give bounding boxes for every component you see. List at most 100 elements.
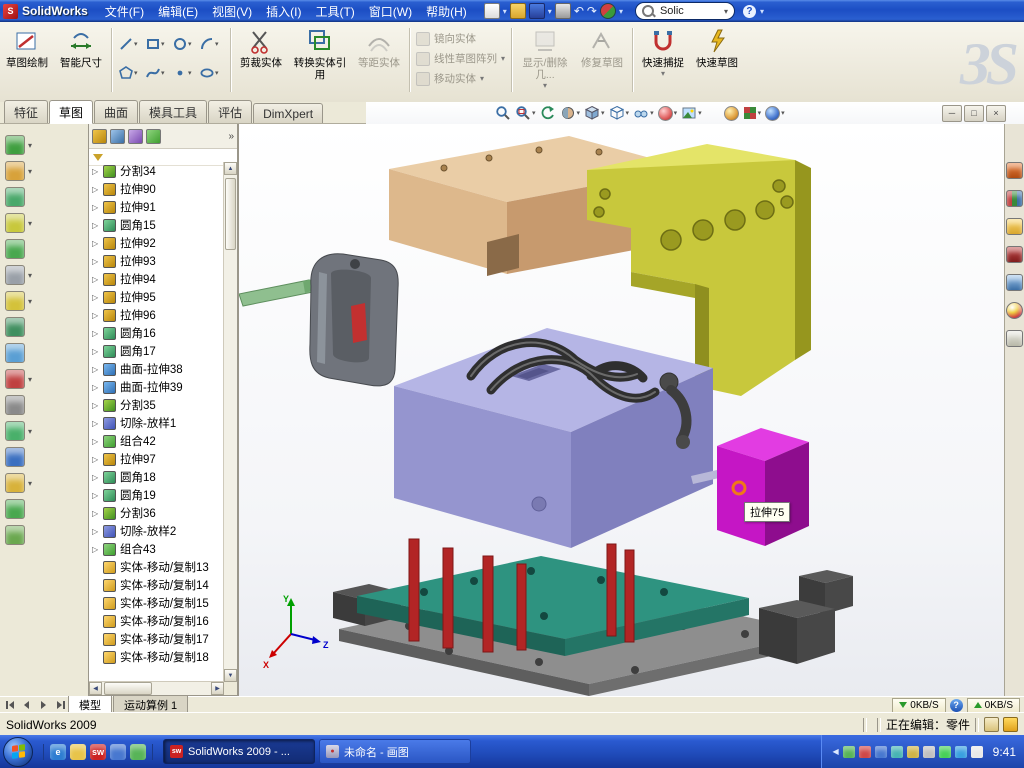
flyout-arrow-icon[interactable]: ▾	[650, 109, 654, 117]
quick-launch-icon[interactable]	[70, 744, 86, 760]
tab-features[interactable]: 特征	[4, 100, 48, 123]
filter-icon[interactable]	[93, 154, 103, 161]
flyout-arrow-icon[interactable]: ▾	[28, 375, 32, 384]
display-delete-relations-button[interactable]: 显示/删除几... ▾	[515, 22, 575, 103]
yoke-side-face[interactable]	[795, 160, 811, 360]
previous-tab-button[interactable]	[19, 699, 34, 712]
offset-entities-button[interactable]: 等距实体	[352, 22, 406, 103]
ellipse-tool[interactable]: ▾	[199, 59, 224, 86]
first-tab-button[interactable]	[2, 699, 17, 712]
feature-tree-item[interactable]: ▷实体-移动/复制16	[89, 612, 224, 630]
feature-tree-item[interactable]: ▷曲面-拉伸38	[89, 360, 224, 378]
tab-sketch[interactable]: 草图	[49, 100, 93, 124]
new-document-icon[interactable]	[484, 3, 500, 19]
view-orientation-button[interactable]: ▾	[583, 105, 606, 121]
appearance-swatch-button[interactable]	[723, 106, 740, 121]
flyout-arrow-icon[interactable]: ▾	[188, 69, 192, 77]
left-toolbar-item[interactable]: ▾	[0, 366, 88, 392]
expand-arrow-icon[interactable]: ▷	[92, 401, 102, 410]
tab-surfaces[interactable]: 曲面	[94, 100, 138, 123]
taskbar-task-solidworks[interactable]: sw SolidWorks 2009 - ...	[163, 739, 315, 764]
minimize-button[interactable]: ─	[942, 105, 962, 122]
hide-show-items-button[interactable]: ▾	[632, 105, 655, 121]
feature-tree-item[interactable]: ▷圆角17	[89, 342, 224, 360]
flyout-arrow-icon[interactable]: ▾	[532, 109, 536, 117]
flyout-arrow-icon[interactable]: ▾	[698, 109, 702, 117]
expand-arrow-icon[interactable]: ▷	[92, 509, 102, 518]
tab-evaluate[interactable]: 评估	[208, 100, 252, 123]
expand-arrow-icon[interactable]: ▷	[92, 347, 102, 356]
start-button[interactable]	[3, 737, 33, 767]
flyout-arrow-icon[interactable]: ▾	[601, 109, 605, 117]
section-view-button[interactable]: ▾	[559, 105, 582, 121]
model-part-mold-body[interactable]	[394, 328, 719, 548]
scroll-left-icon[interactable]: ◀	[89, 682, 102, 695]
feature-tree-item[interactable]: ▷圆角15	[89, 216, 224, 234]
expand-arrow-icon[interactable]: ▷	[92, 239, 102, 248]
left-toolbar-item[interactable]	[0, 522, 88, 548]
task-pane-home-icon[interactable]	[1006, 162, 1023, 179]
flyout-arrow-icon[interactable]: ▾	[28, 219, 32, 228]
scroll-up-icon[interactable]: ▲	[224, 162, 237, 175]
tab-mold-tools[interactable]: 模具工具	[139, 100, 207, 123]
feature-tree-item[interactable]: ▷切除-放样1	[89, 414, 224, 432]
file-explorer-icon[interactable]	[1006, 218, 1023, 235]
model-part-magenta-block[interactable]	[717, 428, 809, 546]
quick-launch-icon[interactable]: e	[50, 744, 66, 760]
featuremanager-tab-icon[interactable]	[92, 129, 107, 144]
expand-arrow-icon[interactable]: ▷	[92, 293, 102, 302]
help-icon[interactable]: ?	[743, 5, 756, 18]
flyout-arrow-icon[interactable]: ▾	[661, 69, 665, 78]
flyout-arrow-icon[interactable]: ▾	[577, 109, 581, 117]
feature-tree-item[interactable]: ▷实体-移动/复制14	[89, 576, 224, 594]
feature-tree-item[interactable]: ▷圆角19	[89, 486, 224, 504]
sketch-button[interactable]: 草图绘制	[0, 22, 54, 103]
expand-arrow-icon[interactable]: ▷	[92, 329, 102, 338]
close-button[interactable]: ×	[986, 105, 1006, 122]
linear-sketch-pattern-button[interactable]: 线性草图阵列▾	[416, 51, 505, 66]
restore-button[interactable]: □	[964, 105, 984, 122]
magenta-front-face[interactable]	[717, 446, 765, 546]
circle-tool[interactable]: ▾	[172, 30, 197, 57]
feature-tree-item[interactable]: ▷拉伸91	[89, 198, 224, 216]
flyout-arrow-icon[interactable]: ▾	[134, 40, 138, 48]
menu-insert[interactable]: 插入(I)	[259, 1, 308, 22]
feature-tree-item[interactable]: ▷切除-放样2	[89, 522, 224, 540]
feature-tree-item[interactable]: ▷分割36	[89, 504, 224, 522]
flyout-arrow-icon[interactable]: ▾	[215, 69, 219, 77]
scroll-down-icon[interactable]: ▼	[224, 669, 237, 682]
dimxpertmanager-tab-icon[interactable]	[146, 129, 161, 144]
feature-tree-item[interactable]: ▷拉伸97	[89, 450, 224, 468]
flyout-arrow-icon[interactable]: ▾	[28, 427, 32, 436]
quick-launch-icon[interactable]	[130, 744, 146, 760]
feature-tree-item[interactable]: ▷分割35	[89, 396, 224, 414]
left-toolbar-item[interactable]: ▾	[0, 262, 88, 288]
flyout-arrow-icon[interactable]: ▾	[480, 74, 484, 83]
flyout-arrow-icon[interactable]: ▾	[28, 271, 32, 280]
repair-sketch-button[interactable]: 修复草图	[575, 22, 629, 103]
search-dropdown-arrow-icon[interactable]: ▾	[724, 7, 728, 16]
arc-tool[interactable]: ▾	[199, 30, 224, 57]
menu-view[interactable]: 视图(V)	[205, 1, 259, 22]
flyout-arrow-icon[interactable]: ▾	[215, 40, 219, 48]
toolbar-flyout-arrow-icon[interactable]: ▾	[619, 7, 623, 16]
configurationmanager-tab-icon[interactable]	[128, 129, 143, 144]
zoom-area-button[interactable]: ▾	[514, 105, 537, 121]
flyout-arrow-icon[interactable]: ▾	[28, 167, 32, 176]
tray-icon[interactable]	[907, 746, 919, 758]
feature-tree-item[interactable]: ▷拉伸93	[89, 252, 224, 270]
feature-tree-item[interactable]: ▷实体-移动/复制17	[89, 630, 224, 648]
tray-icon[interactable]	[875, 746, 887, 758]
quick-tips-icon[interactable]	[1003, 717, 1018, 732]
convert-entities-button[interactable]: 转换实体引用	[288, 22, 352, 103]
expand-arrow-icon[interactable]: ▷	[92, 257, 102, 266]
tray-icon[interactable]	[971, 746, 983, 758]
left-toolbar-item[interactable]	[0, 184, 88, 210]
open-icon[interactable]	[510, 3, 526, 19]
panel-expand-chevron-icon[interactable]: »	[228, 131, 234, 142]
search-input[interactable]	[658, 4, 720, 18]
tray-icon[interactable]	[955, 746, 967, 758]
expand-arrow-icon[interactable]: ▷	[92, 473, 102, 482]
feature-tree-item[interactable]: ▷拉伸95	[89, 288, 224, 306]
quick-launch-icon[interactable]: sw	[90, 744, 106, 760]
